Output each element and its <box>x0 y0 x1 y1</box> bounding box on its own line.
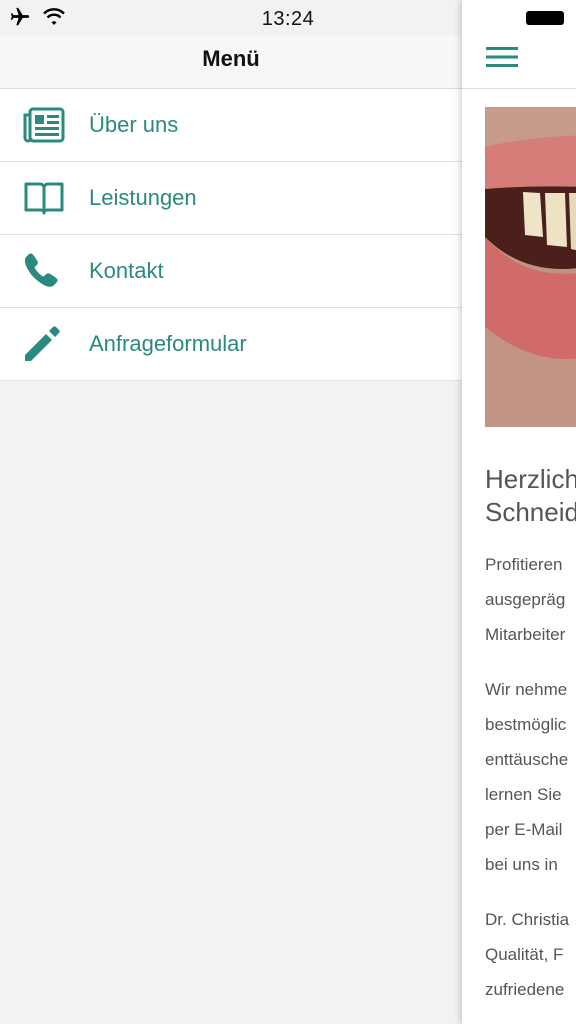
menu-item-ueber-uns[interactable]: Über uns <box>0 89 462 162</box>
phone-icon <box>24 253 58 287</box>
paragraph-line: per E-Mail <box>485 820 563 839</box>
newspaper-icon <box>23 107 65 143</box>
book-icon <box>24 182 64 215</box>
menu-label-anfrageformular: Anfrageformular <box>89 331 247 356</box>
main-content-panel[interactable]: Herzlich Schneid Profitieren ausgepräg M… <box>462 0 576 1024</box>
paragraph-line: zufriedene <box>485 980 565 999</box>
content-header <box>462 36 576 89</box>
menu-item-anfrageformular[interactable]: Anfrageformular <box>0 308 462 381</box>
paragraph-line: Mitarbeiter <box>485 625 566 644</box>
menu-label-ueber-uns: Über uns <box>89 112 179 137</box>
menu-label-leistungen: Leistungen <box>89 185 197 210</box>
paragraph-line: lernen Sie <box>485 785 562 804</box>
menu-header: Menü <box>0 36 462 89</box>
heading-line-1: Herzlich <box>485 464 576 494</box>
side-menu: Menü Über uns Leistungen Kontakt Anfrage… <box>0 0 462 1024</box>
paragraph-line: bestmöglic <box>485 715 567 734</box>
paragraph-line: enttäusche <box>485 750 569 769</box>
paragraph-line: Profitieren <box>485 555 563 574</box>
hamburger-menu-icon[interactable] <box>486 44 518 70</box>
paragraph-line: Wir nehme <box>485 680 568 699</box>
status-time: 13:24 <box>261 8 315 30</box>
heading-line-2: Schneid <box>485 497 576 527</box>
page-heading: Herzlich Schneid <box>485 463 576 529</box>
paragraph-line: Qualität, F <box>485 945 564 964</box>
pencil-icon <box>25 326 60 361</box>
status-bar: 13:24 <box>0 0 576 36</box>
paragraph-line: bei uns in <box>485 855 558 874</box>
hero-image-mouth <box>485 107 576 427</box>
battery-icon <box>526 11 564 25</box>
menu-list: Über uns Leistungen Kontakt Anfrageformu… <box>0 89 462 381</box>
menu-item-kontakt[interactable]: Kontakt <box>0 235 462 308</box>
paragraph-line: ausgepräg <box>485 590 566 609</box>
paragraph-line: Dr. Christia <box>485 910 570 929</box>
menu-title: Menü <box>202 46 260 71</box>
menu-item-leistungen[interactable]: Leistungen <box>0 162 462 235</box>
menu-label-kontakt: Kontakt <box>89 258 164 283</box>
